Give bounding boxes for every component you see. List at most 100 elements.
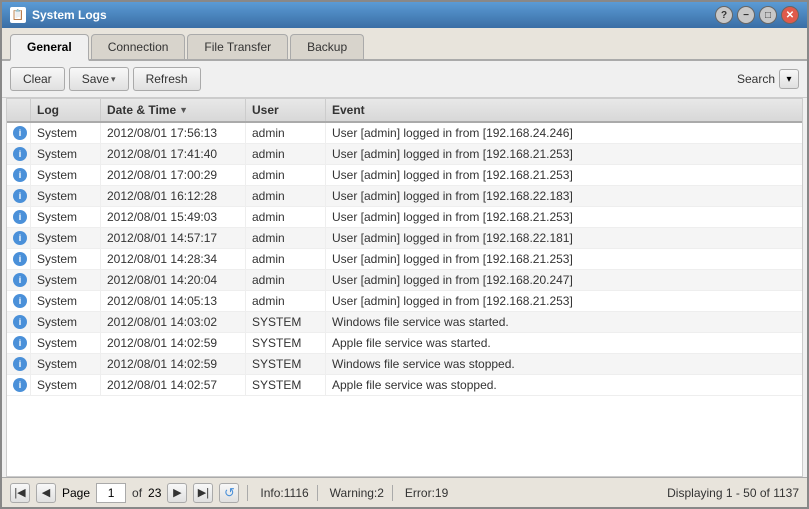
tab-bar: General Connection File Transfer Backup <box>2 28 807 61</box>
cell-log: System <box>31 228 101 248</box>
info-icon: i <box>13 210 27 224</box>
table-refresh-button[interactable]: ↺ <box>219 483 239 503</box>
table-row[interactable]: i System 2012/08/01 14:03:02 SYSTEM Wind… <box>7 312 802 333</box>
table-row[interactable]: i System 2012/08/01 14:02:59 SYSTEM Appl… <box>7 333 802 354</box>
tab-general[interactable]: General <box>10 34 89 61</box>
cell-log: System <box>31 123 101 143</box>
table-header: Log Date & Time ▼ User Event <box>7 99 802 123</box>
search-label: Search <box>737 72 775 86</box>
tab-backup[interactable]: Backup <box>290 34 364 59</box>
cell-icon: i <box>7 186 31 206</box>
cell-user: admin <box>246 249 326 269</box>
title-bar-controls: ? − □ ✕ <box>715 6 799 24</box>
cell-icon: i <box>7 375 31 395</box>
tab-connection[interactable]: Connection <box>91 34 186 59</box>
page-input[interactable] <box>96 483 126 503</box>
search-expand-button[interactable]: ▾ <box>779 69 799 89</box>
cell-event: User [admin] logged in from [192.168.22.… <box>326 228 802 248</box>
cell-datetime: 2012/08/01 17:00:29 <box>101 165 246 185</box>
cell-user: admin <box>246 291 326 311</box>
table-row[interactable]: i System 2012/08/01 17:56:13 admin User … <box>7 123 802 144</box>
refresh-button[interactable]: Refresh <box>133 67 201 91</box>
cell-datetime: 2012/08/01 17:56:13 <box>101 123 246 143</box>
cell-datetime: 2012/08/01 14:57:17 <box>101 228 246 248</box>
status-bar: |◀ ◀ Page of 23 ▶ ▶| ↺ Info:1116 Warning… <box>2 477 807 507</box>
first-page-button[interactable]: |◀ <box>10 483 30 503</box>
cell-log: System <box>31 291 101 311</box>
save-button[interactable]: Save ▾ <box>69 67 129 91</box>
cell-log: System <box>31 333 101 353</box>
cell-datetime: 2012/08/01 14:02:59 <box>101 333 246 353</box>
info-icon: i <box>13 294 27 308</box>
clear-button[interactable]: Clear <box>10 67 65 91</box>
info-icon: i <box>13 378 27 392</box>
table-row[interactable]: i System 2012/08/01 16:12:28 admin User … <box>7 186 802 207</box>
cell-event: Windows file service was started. <box>326 312 802 332</box>
col-header-event[interactable]: Event <box>326 99 802 121</box>
cell-log: System <box>31 165 101 185</box>
minimize-button[interactable]: − <box>737 6 755 24</box>
cell-log: System <box>31 354 101 374</box>
last-page-button[interactable]: ▶| <box>193 483 213 503</box>
cell-icon: i <box>7 312 31 332</box>
error-count: Error:19 <box>405 486 448 500</box>
cell-user: admin <box>246 123 326 143</box>
cell-icon: i <box>7 291 31 311</box>
cell-icon: i <box>7 144 31 164</box>
cell-event: User [admin] logged in from [192.168.24.… <box>326 123 802 143</box>
title-bar-left: 📋 System Logs <box>10 7 107 23</box>
table-row[interactable]: i System 2012/08/01 14:28:34 admin User … <box>7 249 802 270</box>
cell-event: Apple file service was started. <box>326 333 802 353</box>
cell-datetime: 2012/08/01 15:49:03 <box>101 207 246 227</box>
help-button[interactable]: ? <box>715 6 733 24</box>
next-page-button[interactable]: ▶ <box>167 483 187 503</box>
cell-icon: i <box>7 270 31 290</box>
cell-log: System <box>31 207 101 227</box>
cell-log: System <box>31 312 101 332</box>
cell-datetime: 2012/08/01 16:12:28 <box>101 186 246 206</box>
table-row[interactable]: i System 2012/08/01 15:49:03 admin User … <box>7 207 802 228</box>
divider-2 <box>317 485 318 501</box>
info-icon: i <box>13 273 27 287</box>
tab-file-transfer[interactable]: File Transfer <box>187 34 288 59</box>
col-header-log[interactable]: Log <box>31 99 101 121</box>
main-window: 📋 System Logs ? − □ ✕ General Connection… <box>0 0 809 509</box>
cell-icon: i <box>7 354 31 374</box>
toolbar: Clear Save ▾ Refresh Search ▾ <box>2 61 807 98</box>
cell-icon: i <box>7 228 31 248</box>
cell-event: User [admin] logged in from [192.168.21.… <box>326 165 802 185</box>
cell-user: SYSTEM <box>246 333 326 353</box>
table-row[interactable]: i System 2012/08/01 17:41:40 admin User … <box>7 144 802 165</box>
table-row[interactable]: i System 2012/08/01 14:20:04 admin User … <box>7 270 802 291</box>
table-row[interactable]: i System 2012/08/01 14:05:13 admin User … <box>7 291 802 312</box>
info-icon: i <box>13 189 27 203</box>
prev-page-button[interactable]: ◀ <box>36 483 56 503</box>
cell-event: Windows file service was stopped. <box>326 354 802 374</box>
cell-icon: i <box>7 123 31 143</box>
table-row[interactable]: i System 2012/08/01 14:02:57 SYSTEM Appl… <box>7 375 802 396</box>
cell-event: User [admin] logged in from [192.168.21.… <box>326 291 802 311</box>
cell-icon: i <box>7 165 31 185</box>
title-bar: 📋 System Logs ? − □ ✕ <box>2 2 807 28</box>
cell-user: admin <box>246 186 326 206</box>
cell-user: SYSTEM <box>246 354 326 374</box>
cell-datetime: 2012/08/01 14:02:59 <box>101 354 246 374</box>
cell-user: admin <box>246 270 326 290</box>
sort-arrow-icon: ▼ <box>179 105 188 115</box>
page-of: of <box>132 486 142 500</box>
col-header-user[interactable]: User <box>246 99 326 121</box>
table-row[interactable]: i System 2012/08/01 14:02:59 SYSTEM Wind… <box>7 354 802 375</box>
cell-event: User [admin] logged in from [192.168.20.… <box>326 270 802 290</box>
cell-icon: i <box>7 249 31 269</box>
col-header-datetime[interactable]: Date & Time ▼ <box>101 99 246 121</box>
info-icon: i <box>13 336 27 350</box>
cell-datetime: 2012/08/01 14:03:02 <box>101 312 246 332</box>
table-row[interactable]: i System 2012/08/01 14:57:17 admin User … <box>7 228 802 249</box>
cell-event: User [admin] logged in from [192.168.21.… <box>326 249 802 269</box>
log-table: Log Date & Time ▼ User Event i System 20… <box>6 98 803 477</box>
page-label: Page <box>62 486 90 500</box>
close-button[interactable]: ✕ <box>781 6 799 24</box>
maximize-button[interactable]: □ <box>759 6 777 24</box>
page-total: 23 <box>148 486 161 500</box>
table-row[interactable]: i System 2012/08/01 17:00:29 admin User … <box>7 165 802 186</box>
